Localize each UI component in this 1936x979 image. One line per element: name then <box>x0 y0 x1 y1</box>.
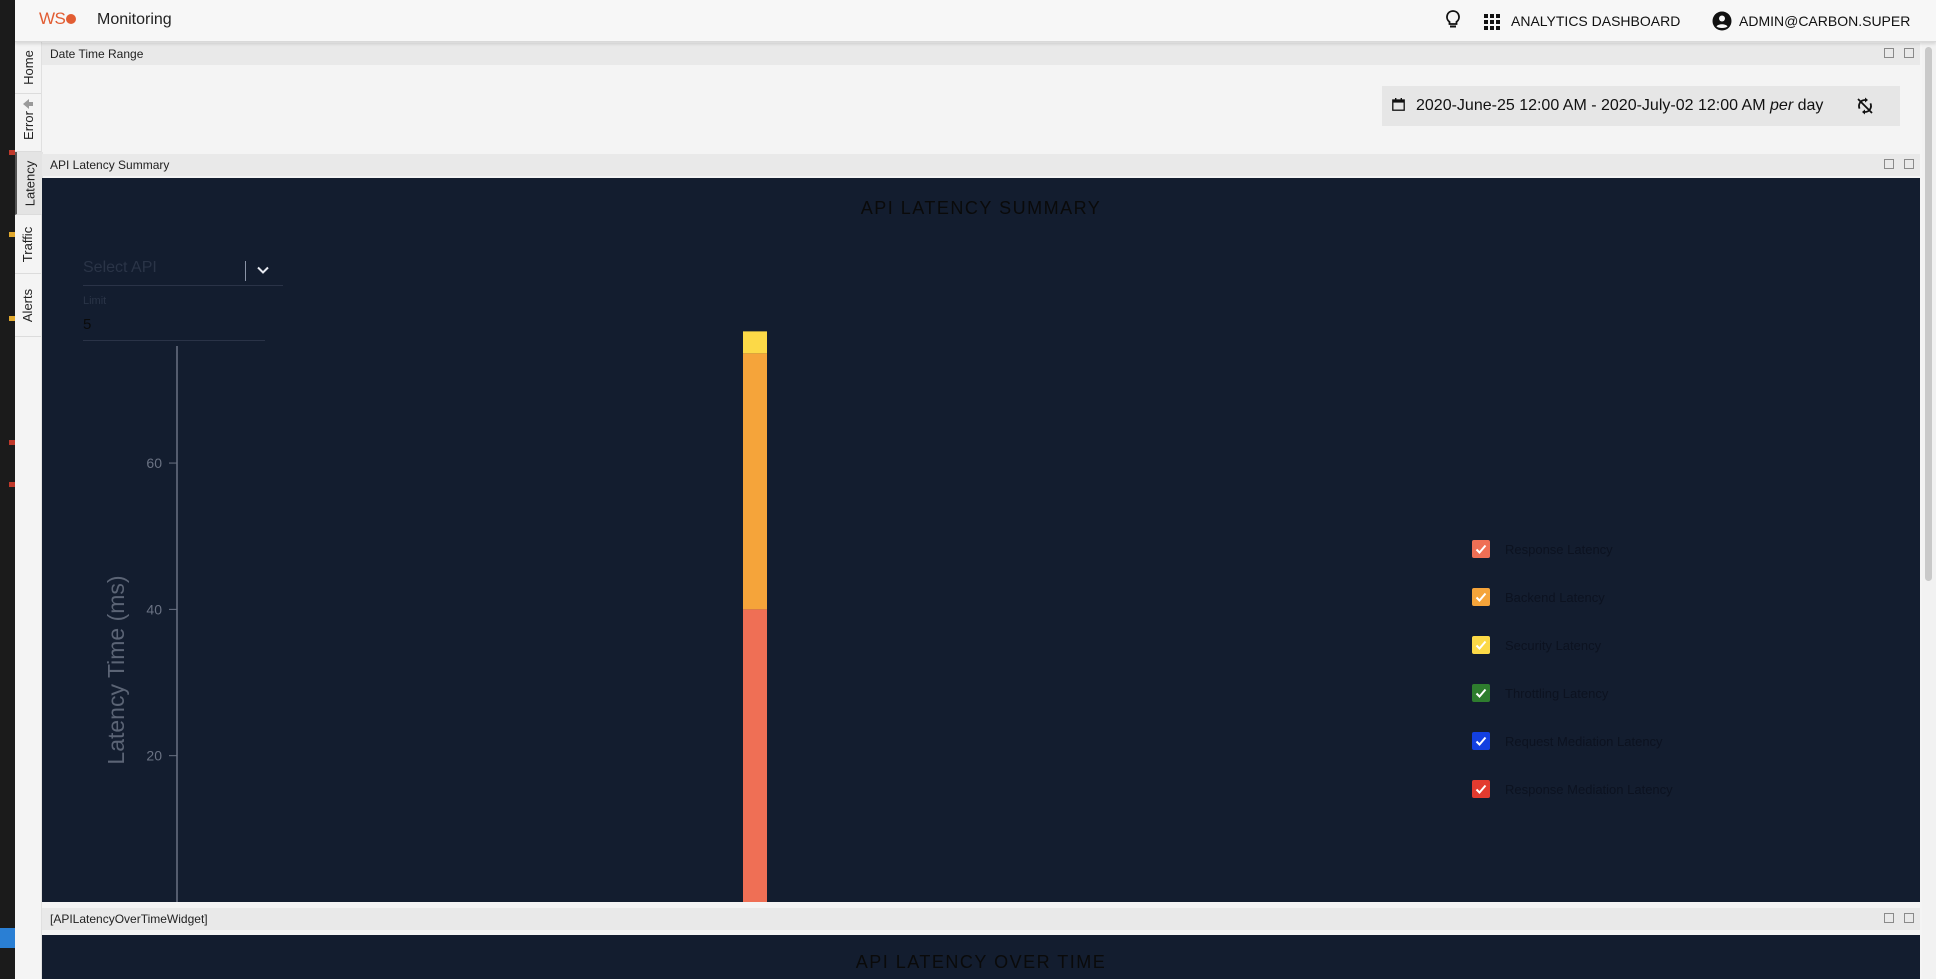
legend-label: Throttling Latency <box>1505 686 1609 701</box>
checkbox-checked-icon[interactable] <box>1472 636 1490 654</box>
latency-overtime-widget-header: [APILatencyOverTimeWidget] <box>42 908 1920 930</box>
legend-label: Backend Latency <box>1505 590 1605 605</box>
checkbox-checked-icon[interactable] <box>1472 588 1490 606</box>
bar-segment <box>743 331 767 354</box>
y-axis-label: Latency Time (ms) <box>103 575 129 764</box>
user-menu-button[interactable]: ADMIN@CARBON.SUPER <box>1739 13 1910 29</box>
widget-title: [APILatencyOverTimeWidget] <box>50 912 208 926</box>
app-title: Monitoring <box>97 11 172 28</box>
apps-grid-icon[interactable] <box>1484 14 1500 30</box>
popout-icon[interactable] <box>1884 48 1894 58</box>
checkbox-checked-icon[interactable] <box>1472 684 1490 702</box>
chart-title: API LATENCY OVER TIME <box>855 952 1107 972</box>
date-range-picker[interactable]: 2020-June-25 12:00 AM - 2020-July-02 12:… <box>1382 86 1900 126</box>
tab-error[interactable]: Error <box>15 99 41 152</box>
legend-label: Response Latency <box>1505 542 1613 557</box>
date-range-widget: 2020-June-25 12:00 AM - 2020-July-02 12:… <box>42 65 1920 149</box>
calendar-icon <box>1392 98 1405 111</box>
bar-segment <box>743 353 767 610</box>
lightbulb-icon[interactable] <box>1443 9 1463 31</box>
y-tick-label: 40 <box>146 601 162 617</box>
widget-title: Date Time Range <box>50 47 144 61</box>
checkbox-checked-icon[interactable] <box>1472 780 1490 798</box>
tab-traffic[interactable]: Traffic <box>15 215 41 274</box>
analytics-dashboard-link[interactable]: ANALYTICS DASHBOARD <box>1511 13 1680 29</box>
date-range-widget-header: Date Time Range <box>42 43 1920 65</box>
taskbar-corner <box>0 928 15 948</box>
legend-item[interactable]: Request Mediation Latency <box>1472 732 1772 752</box>
maximize-icon[interactable] <box>1904 48 1914 58</box>
desktop-edge-strip <box>0 0 15 979</box>
legend-item[interactable]: Response Mediation Latency <box>1472 780 1772 800</box>
legend-item[interactable]: Throttling Latency <box>1472 684 1772 704</box>
tab-home[interactable]: Home <box>15 41 41 94</box>
latency-summary-widget-header: API Latency Summary <box>42 154 1920 176</box>
checkbox-checked-icon[interactable] <box>1472 732 1490 750</box>
legend-item[interactable]: Security Latency <box>1472 636 1772 656</box>
page-tabs-sidebar: Home Error Latency Traffic Alerts <box>15 41 43 979</box>
popout-icon[interactable] <box>1884 159 1894 169</box>
popout-icon[interactable] <box>1884 913 1894 923</box>
top-app-bar: WS Monitoring ANALYTICS DASHBOARD ADMIN@… <box>15 0 1936 42</box>
widget-title: API Latency Summary <box>50 158 170 172</box>
latency-overtime-widget: API LATENCY OVER TIME <box>42 935 1920 979</box>
legend-label: Response Mediation Latency <box>1505 782 1673 797</box>
legend-label: Security Latency <box>1505 638 1602 653</box>
tab-latency[interactable]: Latency <box>15 152 43 215</box>
y-tick-label: 20 <box>146 748 162 764</box>
latency-summary-widget: API LATENCY SUMMARY Select API Limit 5 2… <box>42 178 1920 902</box>
account-circle-icon[interactable] <box>1712 11 1732 31</box>
y-tick-label: 60 <box>146 455 162 471</box>
sync-disabled-icon[interactable] <box>1856 97 1874 115</box>
legend-item[interactable]: Backend Latency <box>1472 588 1772 608</box>
maximize-icon[interactable] <box>1904 913 1914 923</box>
checkbox-checked-icon[interactable] <box>1472 540 1490 558</box>
bar-segment <box>743 609 767 902</box>
tab-alerts[interactable]: Alerts <box>15 274 41 337</box>
page-scrollbar-thumb[interactable] <box>1925 47 1932 581</box>
date-range-text: 2020-June-25 12:00 AM - 2020-July-02 12:… <box>1416 97 1824 114</box>
legend-label: Request Mediation Latency <box>1505 734 1663 749</box>
maximize-icon[interactable] <box>1904 159 1914 169</box>
wso2-logo[interactable]: WS <box>39 9 77 29</box>
legend-item[interactable]: Response Latency <box>1472 540 1772 560</box>
